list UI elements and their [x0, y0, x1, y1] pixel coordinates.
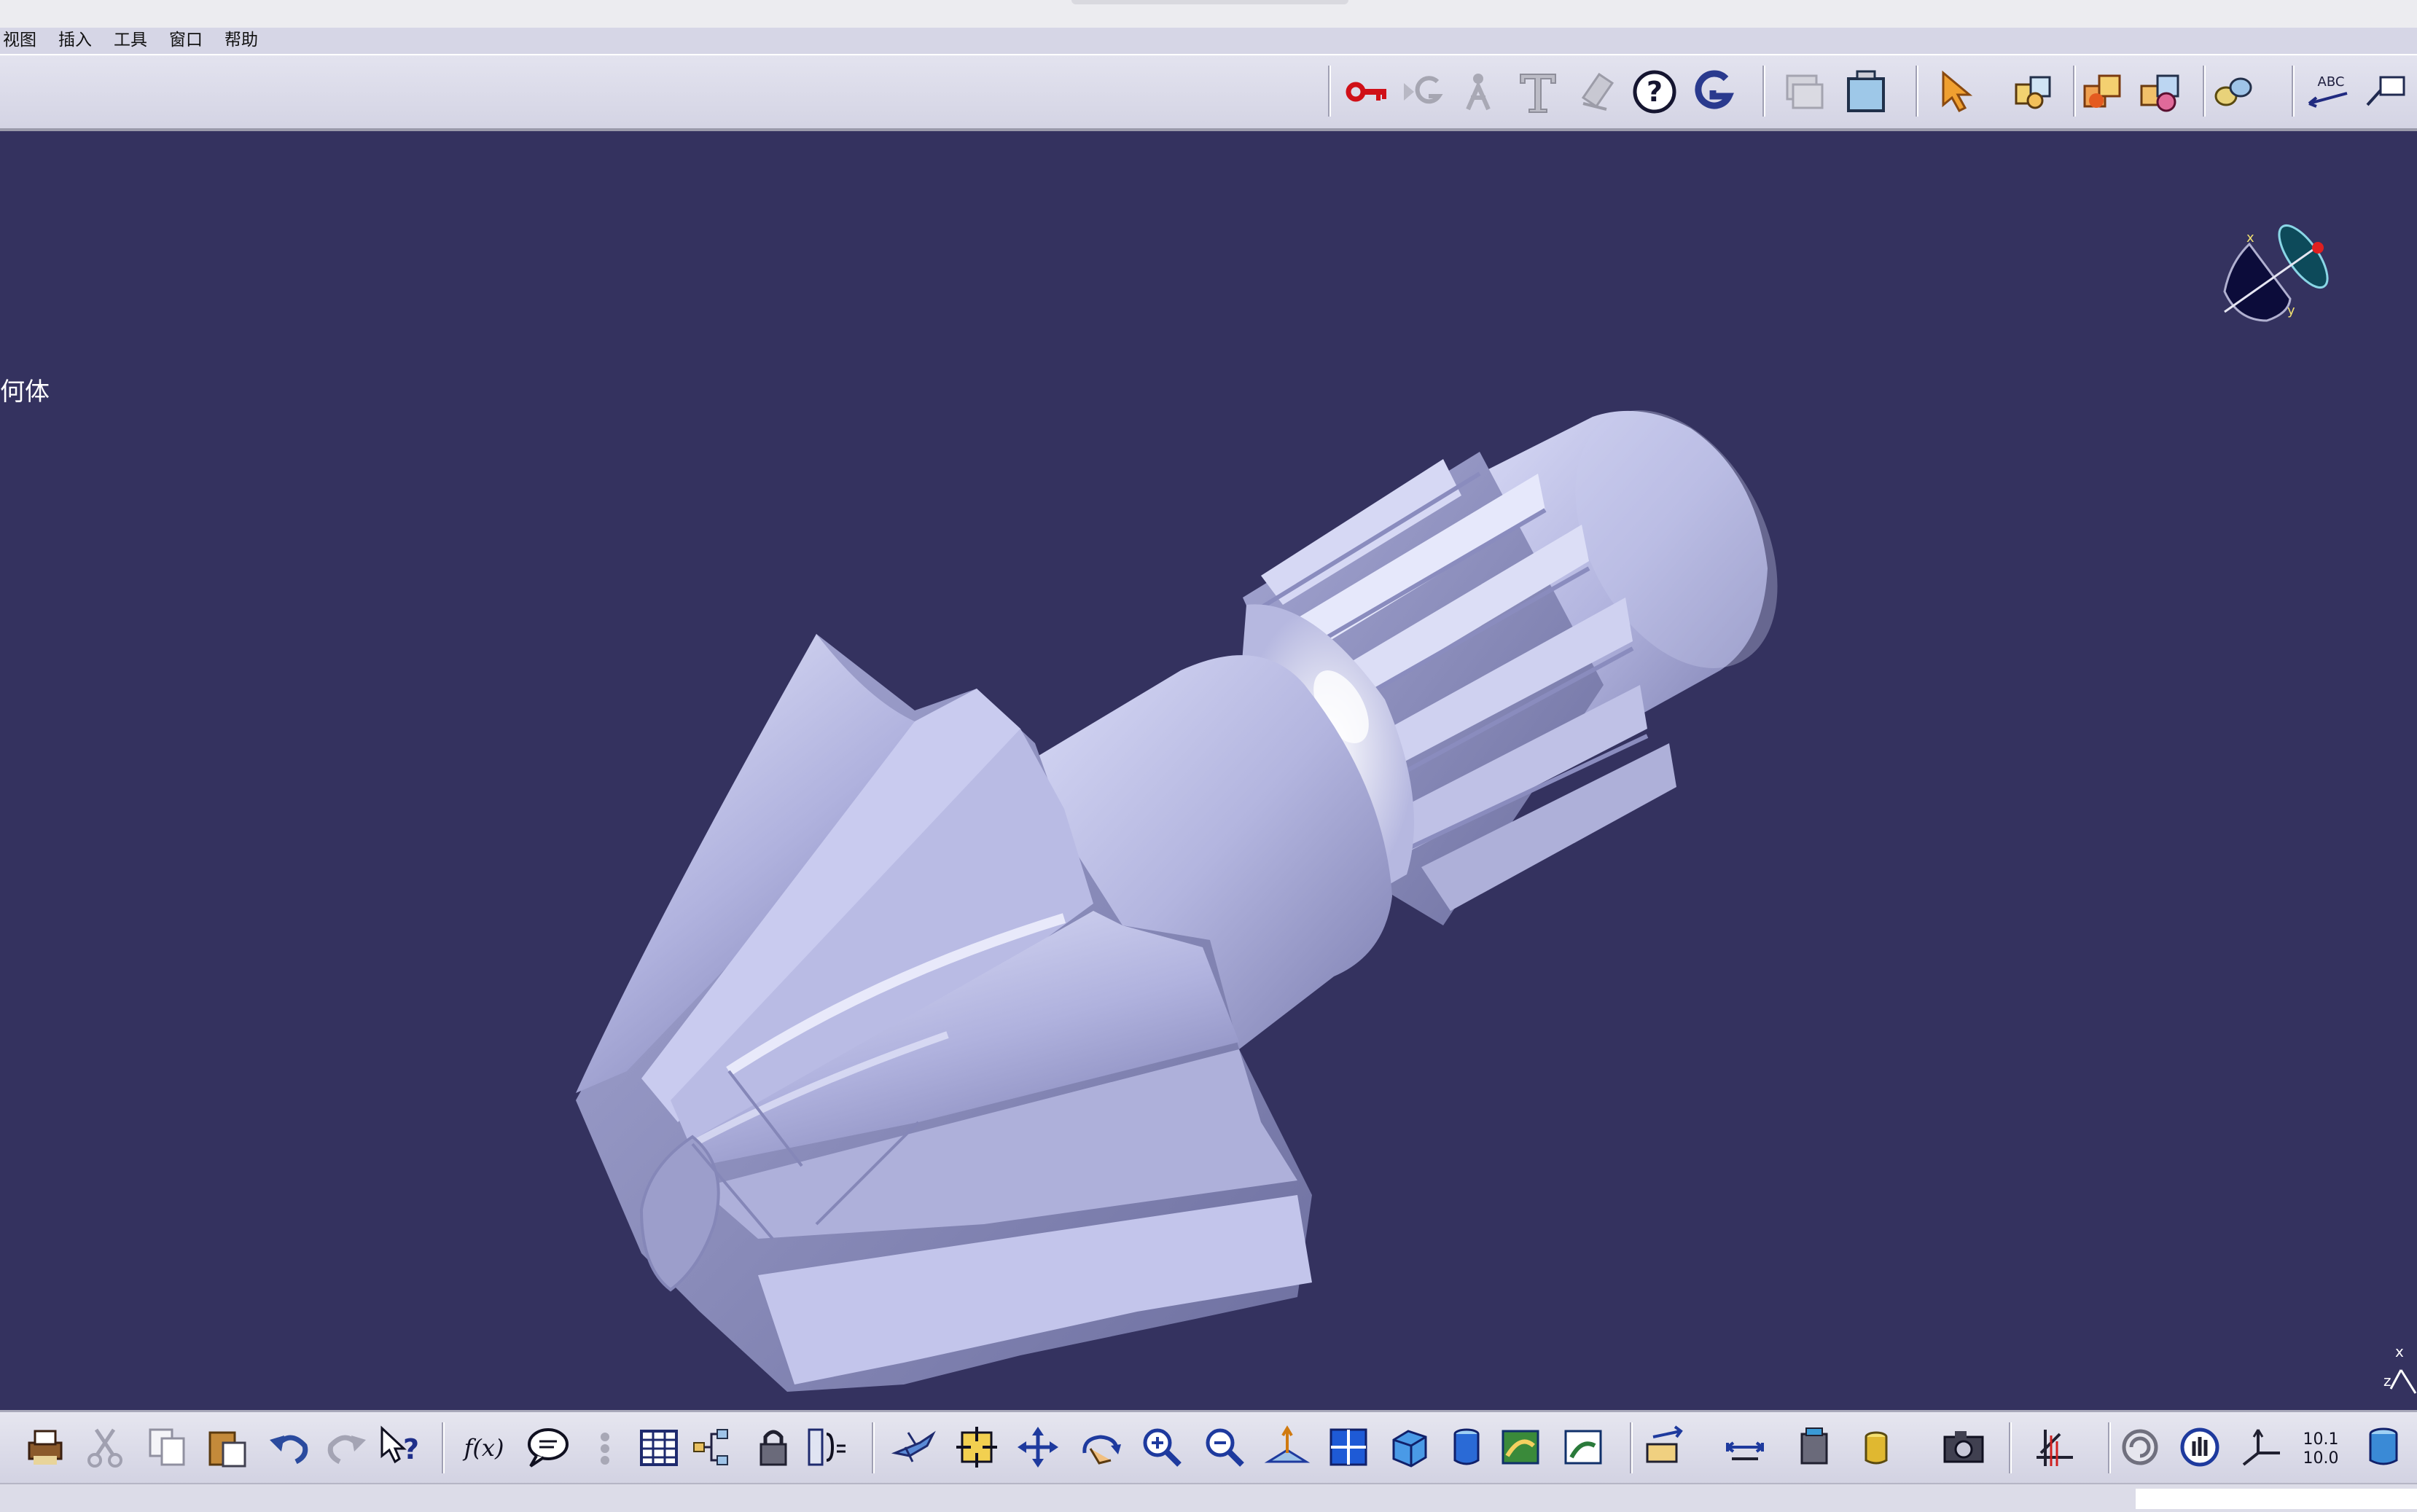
menu-window[interactable]: 窗口 [169, 29, 203, 51]
component-icon[interactable] [2079, 67, 2128, 117]
toolbar-separator [1762, 66, 1765, 117]
toolbar-separator [442, 1422, 445, 1473]
compass-x-label: x [2246, 230, 2254, 246]
rotate-icon[interactable] [1076, 1422, 1125, 1472]
link-icon[interactable] [2209, 67, 2258, 117]
command-input[interactable] [2136, 1489, 2417, 1509]
menu-tools[interactable]: 工具 [114, 29, 147, 51]
normal-view-icon[interactable] [1262, 1422, 1312, 1472]
grayed-person-icon[interactable] [1453, 67, 1503, 117]
frame-icon[interactable] [1841, 67, 1891, 117]
comment-icon[interactable] [522, 1422, 571, 1472]
text-icon[interactable] [1513, 67, 1563, 117]
axis-system-icon[interactable] [2029, 1422, 2079, 1472]
grayed-stamp-icon[interactable] [1571, 67, 1621, 117]
axis-triad-icon: x z [2383, 1343, 2417, 1394]
lock-icon[interactable] [749, 1422, 799, 1472]
top-toolbar: ? ABC [0, 55, 2417, 131]
hide-show-icon[interactable] [1496, 1422, 1545, 1472]
refresh-icon[interactable] [2115, 1422, 2165, 1472]
product-icon[interactable] [2009, 67, 2058, 117]
toolbar-separator [2108, 1422, 2111, 1473]
capture-icon[interactable] [1939, 1422, 1988, 1472]
swap-space-icon[interactable] [1558, 1422, 1608, 1472]
menu-view[interactable]: 视图 [3, 29, 36, 51]
multi-component-icon[interactable] [2136, 67, 2185, 117]
measure-item-icon[interactable] [1720, 1422, 1770, 1472]
fly-icon[interactable] [889, 1422, 939, 1472]
window-drag-handle[interactable] [1071, 0, 1348, 4]
toolbar-separator [2203, 66, 2206, 117]
toolbar-separator [2009, 1422, 2012, 1473]
undo-icon[interactable] [265, 1422, 315, 1472]
tree-icon[interactable] [688, 1422, 738, 1472]
axis-icon[interactable] [2236, 1422, 2286, 1472]
copy-icon[interactable] [143, 1422, 192, 1472]
3d-viewport[interactable]: 何体 x y x z [0, 131, 2417, 1410]
fit-all-icon[interactable] [952, 1422, 1001, 1472]
zoom-out-icon[interactable] [1200, 1422, 1249, 1472]
zoom-in-icon[interactable] [1137, 1422, 1187, 1472]
window-top-strip [0, 0, 2417, 28]
scale-icon[interactable]: 10.1 10.0 [2296, 1422, 2346, 1472]
redo-icon[interactable] [321, 1422, 370, 1472]
grayed-window-icon[interactable] [1778, 67, 1828, 117]
menu-insert[interactable]: 插入 [58, 29, 92, 51]
toolbar-separator [1328, 66, 1331, 117]
svg-text:10.0: 10.0 [2303, 1449, 2339, 1468]
toolbar-separator [2073, 66, 2076, 117]
multi-view-icon[interactable] [1324, 1422, 1373, 1472]
inertia-icon[interactable] [1789, 1422, 1838, 1472]
svg-text:ABC: ABC [2318, 74, 2345, 90]
svg-text:10.1: 10.1 [2303, 1430, 2339, 1449]
menu-bar: 视图 插入 工具 窗口 帮助 [0, 28, 2417, 55]
axis-z-label: z [2383, 1372, 2391, 1390]
iso-view-icon[interactable] [1385, 1422, 1434, 1472]
key-icon[interactable] [1343, 67, 1392, 117]
grayed-g-icon[interactable] [1398, 67, 1448, 117]
status-bar [0, 1483, 2417, 1512]
gear-shaft-model[interactable] [0, 131, 2417, 1410]
bottom-toolbar: ? f(x) 10.1 10.0 [0, 1410, 2417, 1485]
svg-text:?: ? [403, 1433, 419, 1465]
table-icon[interactable] [634, 1422, 684, 1472]
toolbar-separator [872, 1422, 875, 1473]
svg-text:f(x): f(x) [463, 1434, 504, 1462]
toolbar-separator [1630, 1422, 1633, 1473]
pan-icon[interactable] [1013, 1422, 1063, 1472]
help-icon[interactable]: ? [1630, 67, 1679, 117]
compass-y-label: y [2287, 303, 2295, 318]
toolbar-separator [1916, 66, 1918, 117]
leader-icon[interactable] [2362, 67, 2411, 117]
measure-icon[interactable] [1641, 1422, 1691, 1472]
compass-icon[interactable]: x y [2209, 219, 2332, 350]
paste-icon[interactable] [203, 1422, 252, 1472]
axis-x-label: x [2395, 1343, 2404, 1360]
whats-this-icon[interactable]: ? [375, 1422, 424, 1472]
formula-icon[interactable]: f(x) [459, 1422, 509, 1472]
cylinder-icon[interactable] [2359, 1422, 2408, 1472]
select-arrow-icon[interactable] [1932, 67, 1981, 117]
parameters-icon[interactable] [802, 1422, 851, 1472]
manipulation-icon[interactable] [2175, 1422, 2225, 1472]
abc-annotation-icon[interactable]: ABC [2303, 67, 2353, 117]
grayed-knowledge-icon[interactable] [580, 1422, 630, 1472]
svg-text:?: ? [1647, 76, 1663, 108]
print-icon[interactable] [20, 1422, 70, 1472]
g-logo-icon[interactable] [1688, 67, 1738, 117]
cut-icon[interactable] [80, 1422, 130, 1472]
shading-icon[interactable] [1442, 1422, 1491, 1472]
menu-help[interactable]: 帮助 [224, 29, 258, 51]
toolbar-separator [2292, 66, 2295, 117]
weight-icon[interactable] [1851, 1422, 1901, 1472]
